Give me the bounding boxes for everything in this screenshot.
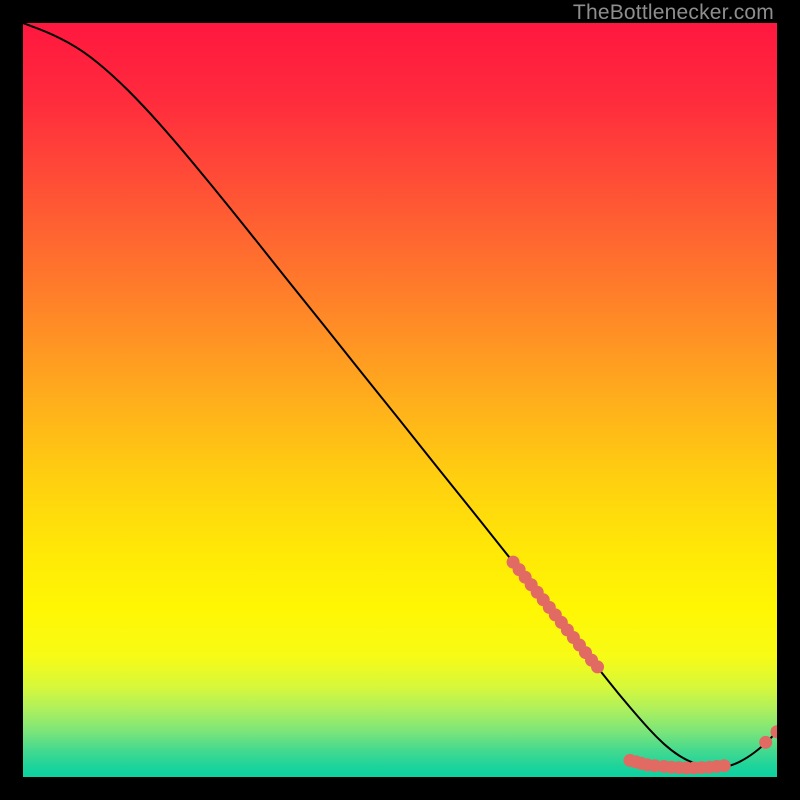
data-point	[759, 736, 772, 749]
data-point	[591, 660, 604, 673]
watermark-text: TheBottlenecker.com	[573, 1, 774, 25]
data-point	[718, 759, 731, 772]
chart-svg	[23, 23, 777, 777]
chart-frame	[23, 23, 777, 777]
gradient-background	[23, 23, 777, 777]
